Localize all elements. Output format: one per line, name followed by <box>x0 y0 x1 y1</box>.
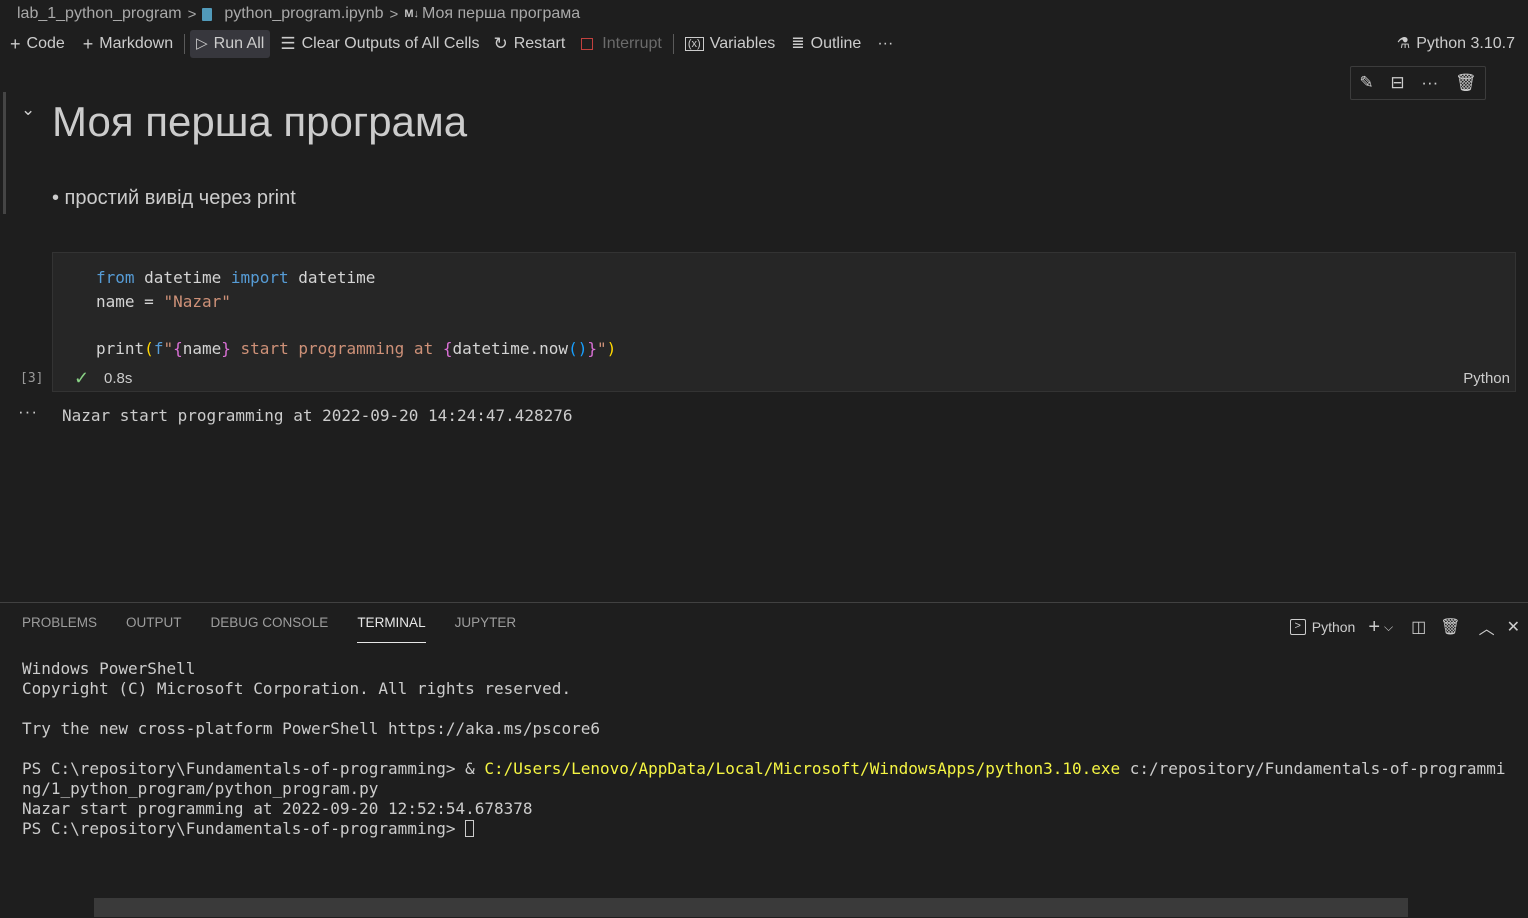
new-terminal-icon[interactable]: + <box>1368 616 1380 639</box>
terminal-prompt: PS C:\repository\Fundamentals-of-program… <box>22 819 466 838</box>
terminal-cursor <box>465 820 475 837</box>
close-icon[interactable]: ✕ <box>1507 617 1520 637</box>
cell-language-indicator[interactable]: Python <box>1463 370 1510 387</box>
terminal-line: Windows PowerShell <box>22 659 196 678</box>
add-markdown-button[interactable]: + Markdown <box>77 30 179 58</box>
split-cell-icon[interactable]: ⊟ <box>1390 73 1404 93</box>
terminal-icon: > <box>1289 619 1306 635</box>
cell-toolbar: ✎ ⊟ ··· 🗑 <box>1350 66 1486 100</box>
ellipsis-icon: ··· <box>877 35 894 52</box>
cell-focus-indicator <box>3 92 6 214</box>
tab-output[interactable]: OUTPUT <box>126 615 182 642</box>
chevron-right-icon: > <box>389 5 399 23</box>
variables-button[interactable]: (x) Variables <box>679 30 781 58</box>
chevron-right-icon: > <box>187 5 197 23</box>
terminal-cmd-arg-wrap: ng/1_python_program/python_program.py <box>22 779 379 798</box>
kernel-label: Python 3.10.7 <box>1416 35 1515 52</box>
tab-debug-console[interactable]: DEBUG CONSOLE <box>211 615 329 642</box>
restart-button[interactable]: ↻ Restart <box>487 30 571 58</box>
markdown-icon: M↓ <box>404 8 419 20</box>
restart-icon: ↻ <box>493 34 508 53</box>
terminal-output[interactable]: Windows PowerShell Copyright (C) Microso… <box>22 659 1505 839</box>
toolbar-divider <box>672 34 674 54</box>
execution-count: [3] <box>20 371 44 386</box>
terminal-line: Copyright (C) Microsoft Corporation. All… <box>22 679 572 698</box>
more-actions-button[interactable]: ··· <box>871 30 899 58</box>
add-code-button[interactable]: + Code <box>4 30 71 58</box>
terminal-prompt: PS C:\repository\Fundamentals-of-program… <box>22 759 466 778</box>
edit-icon[interactable]: ✎ <box>1359 73 1373 93</box>
outline-button[interactable]: ≣ Outline <box>785 30 867 58</box>
chevron-down-icon[interactable]: ⌵ <box>1384 620 1393 635</box>
terminal-profile-label: Python <box>1311 619 1356 635</box>
tab-terminal[interactable]: TERMINAL <box>357 615 426 643</box>
tab-problems[interactable]: PROBLEMS <box>22 615 97 642</box>
terminal-cmd-amp: & <box>465 759 485 778</box>
variables-label: Variables <box>709 35 776 52</box>
interrupt-label: Interrupt <box>602 35 662 52</box>
interrupt-button[interactable]: Interrupt <box>575 30 668 58</box>
notebook-toolbar: + Code + Markdown ▷ Run All ☰ Clear Outp… <box>0 30 1528 58</box>
terminal-cmd-arg: c:/repository/Fundamentals-of-programmi <box>1120 759 1506 778</box>
variables-icon: (x) <box>684 37 704 51</box>
toolbar-divider <box>184 34 186 54</box>
notebook-file-icon <box>202 7 213 21</box>
cell-output: Nazar start programming at 2022-09-20 14… <box>62 406 573 425</box>
restart-label: Restart <box>513 35 566 52</box>
code-cell-editor[interactable]: from datetime import datetime name = "Na… <box>52 252 1516 392</box>
terminal-line: Try the new cross-platform PowerShell ht… <box>22 719 600 738</box>
maximize-panel-icon[interactable]: ︿ <box>1479 615 1495 639</box>
markdown-list-item: • простий вивід через print <box>52 187 296 209</box>
run-all-label: Run All <box>213 35 265 52</box>
code-line: from datetime import datetime <box>96 268 376 287</box>
clear-all-icon: ☰ <box>280 34 296 53</box>
run-all-icon: ▷ <box>196 35 208 52</box>
code-line: name = "Nazar" <box>96 292 231 311</box>
breadcrumb: lab_1_python_program > python_program.ip… <box>17 3 580 25</box>
code-line: print(f"{name} start programming at {dat… <box>96 339 617 358</box>
clear-outputs-label: Clear Outputs of All Cells <box>301 35 480 52</box>
stop-icon <box>581 38 594 50</box>
bottom-panel: PROBLEMS OUTPUT DEBUG CONSOLE TERMINAL J… <box>0 602 1528 918</box>
split-terminal-icon[interactable]: ◫ <box>1411 617 1426 637</box>
add-code-label: Code <box>26 35 65 52</box>
chevron-down-icon[interactable]: ⌄ <box>21 100 35 120</box>
horizontal-scrollbar[interactable] <box>94 898 1408 917</box>
terminal-cmd-exe: C:/Users/Lenovo/AppData/Local/Microsoft/… <box>484 759 1121 778</box>
tab-jupyter[interactable]: JUPYTER <box>455 615 517 642</box>
clear-outputs-button[interactable]: ☰ Clear Outputs of All Cells <box>274 30 485 58</box>
breadcrumb-file[interactable]: python_program.ipynb <box>224 5 383 23</box>
add-markdown-label: Markdown <box>99 35 174 52</box>
outline-label: Outline <box>810 35 862 52</box>
run-all-button[interactable]: ▷ Run All <box>190 30 271 58</box>
kill-terminal-icon[interactable]: 🗑 <box>1440 617 1460 637</box>
markdown-heading: Моя перша програма <box>52 98 468 145</box>
outline-icon: ≣ <box>791 35 805 52</box>
terminal-line: Nazar start programming at 2022-09-20 12… <box>22 799 533 818</box>
panel-tabs: PROBLEMS OUTPUT DEBUG CONSOLE TERMINAL J… <box>22 615 545 643</box>
execution-duration: 0.8s <box>104 370 133 387</box>
ellipsis-icon[interactable]: ··· <box>1421 73 1438 93</box>
terminal-profile[interactable]: > Python <box>1289 619 1356 635</box>
delete-icon[interactable]: 🗑 <box>1455 73 1477 93</box>
kernel-icon: ⚗ <box>1396 35 1411 52</box>
panel-actions: > Python + ⌵ ◫ 🗑 ︿ ✕ <box>1289 615 1520 639</box>
kernel-picker[interactable]: ⚗ Python 3.10.7 <box>1391 30 1521 58</box>
plus-icon: + <box>82 34 94 54</box>
check-icon: ✓ <box>74 368 90 388</box>
breadcrumb-folder[interactable]: lab_1_python_program <box>17 5 182 23</box>
output-more-icon[interactable]: ··· <box>18 402 38 422</box>
breadcrumb-section[interactable]: Моя перша програма <box>422 5 580 23</box>
plus-icon: + <box>10 34 21 54</box>
